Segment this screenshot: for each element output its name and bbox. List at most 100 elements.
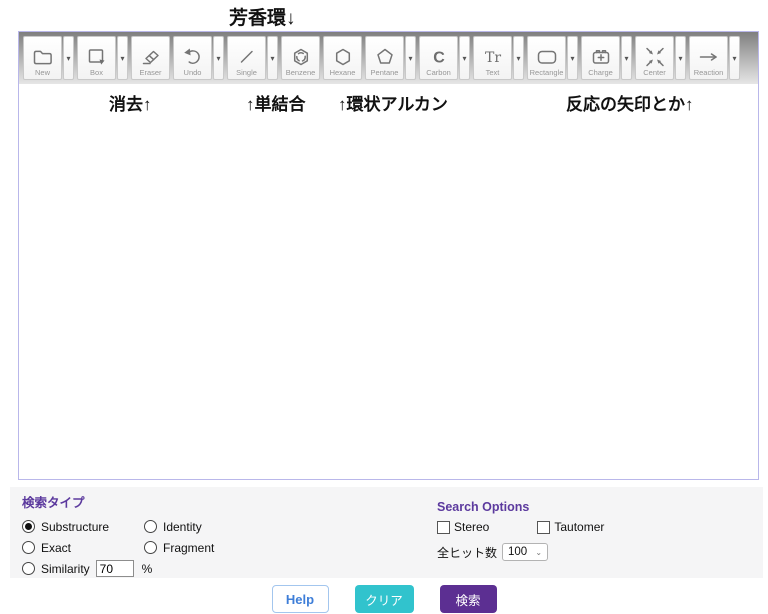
toolbar-group-undo: Undo ▾ — [173, 36, 224, 80]
radio-button-fragment[interactable] — [144, 541, 157, 554]
toolbar-group-text: Tr Text ▾ — [473, 36, 524, 80]
radio-button-similarity[interactable] — [22, 562, 35, 575]
toolbar-button-eraser[interactable]: Eraser — [131, 36, 170, 80]
undo-icon — [181, 46, 205, 68]
search-button[interactable]: 検索 — [439, 585, 497, 613]
toolbar-menu-arrow-pentane[interactable]: ▾ — [405, 36, 416, 80]
radio-option-identity[interactable]: Identity — [144, 520, 214, 534]
toolbar-button-label: Rectangle — [529, 68, 564, 77]
footer-button-bar: Help クリア 検索 — [0, 585, 768, 613]
similarity-percent-input[interactable] — [95, 560, 134, 577]
drawing-canvas[interactable]: 消去↑ ↑単結合 ↑環状アルカン 反応の矢印とか↑ — [19, 84, 758, 479]
similarity-percent-suffix: % — [141, 561, 153, 576]
toolbar-button-label: Single — [236, 68, 257, 77]
radio-label-substructure: Substructure — [41, 519, 110, 534]
toolbar-button-text[interactable]: Tr Text — [473, 36, 512, 80]
hexane-ring-icon — [331, 46, 355, 68]
toolbar-button-undo[interactable]: Undo — [173, 36, 212, 80]
toolbar-group-benzene: Benzene — [281, 36, 320, 80]
toolbar-button-single[interactable]: Single — [227, 36, 266, 80]
toolbar-button-center[interactable]: Center — [635, 36, 674, 80]
toolbar: New ▾ Box ▾ Eraser Undo ▾ Single ▾ Benzene Hexane P… — [19, 32, 758, 84]
toolbar-group-box: Box ▾ — [77, 36, 128, 80]
reaction-arrow-icon — [697, 46, 721, 68]
structure-search-page: 芳香環↓ New ▾ Box ▾ Eraser Undo ▾ Single ▾ Benzene He… — [0, 0, 768, 614]
toolbar-menu-arrow-charge[interactable]: ▾ — [621, 36, 632, 80]
toolbar-button-label: Box — [90, 68, 103, 77]
svg-text:C: C — [433, 50, 445, 67]
eraser-icon — [139, 46, 163, 68]
structure-editor: New ▾ Box ▾ Eraser Undo ▾ Single ▾ Benzene Hexane P… — [18, 31, 759, 480]
radio-button-substructure[interactable] — [22, 520, 35, 533]
toolbar-button-label: Pentane — [370, 68, 399, 77]
max-hits-row: 全ヒット数 100 ⌄ — [437, 543, 604, 561]
search-options-heading: Search Options — [437, 500, 530, 514]
toolbar-group-single: Single ▾ — [227, 36, 278, 80]
search-options-section: Search Options Stereo Tautomer 全ヒット数 100 … — [437, 500, 604, 561]
svg-text:Tr: Tr — [484, 50, 500, 66]
toolbar-button-label: Charge — [588, 68, 613, 77]
toolbar-button-benzene[interactable]: Benzene — [281, 36, 320, 80]
checkbox-tautomer[interactable] — [537, 520, 551, 534]
toolbar-group-carbon: C Carbon ▾ — [419, 36, 470, 80]
radio-option-substructure[interactable]: Substructure — [22, 520, 144, 534]
max-hits-value: 100 — [508, 546, 528, 558]
toolbar-menu-arrow-text[interactable]: ▾ — [513, 36, 524, 80]
toolbar-menu-arrow-undo[interactable]: ▾ — [213, 36, 224, 80]
toolbar-menu-arrow-new[interactable]: ▾ — [63, 36, 74, 80]
toolbar-menu-arrow-box[interactable]: ▾ — [117, 36, 128, 80]
toolbar-group-center: Center ▾ — [635, 36, 686, 80]
pentane-ring-icon — [373, 46, 397, 68]
chevron-down-icon: ⌄ — [535, 547, 543, 557]
checkbox-label-tautomer: Tautomer — [554, 520, 605, 534]
toolbar-group-eraser: Eraser — [131, 36, 170, 80]
text-icon: Tr — [481, 46, 505, 68]
checkbox-stereo[interactable] — [437, 520, 450, 534]
toolbar-button-carbon[interactable]: C Carbon — [419, 36, 458, 80]
benzene-ring-icon — [289, 46, 313, 68]
toolbar-button-hexane[interactable]: Hexane — [323, 36, 362, 80]
annotation-aromatic-ring: 芳香環↓ — [229, 8, 296, 29]
max-hits-select[interactable]: 100 ⌄ — [502, 543, 549, 561]
radio-label-fragment: Fragment — [163, 540, 215, 555]
radio-button-identity[interactable] — [144, 520, 157, 533]
toolbar-button-box[interactable]: Box — [77, 36, 116, 80]
radio-option-similarity[interactable]: Similarity% — [22, 560, 152, 577]
radio-option-exact[interactable]: Exact — [22, 541, 144, 555]
center-arrows-icon — [643, 46, 667, 68]
toolbar-group-pentane: Pentane ▾ — [365, 36, 416, 80]
toolbar-button-label: Benzene — [285, 68, 316, 77]
toolbar-button-label: Center — [643, 68, 666, 77]
toolbar-group-rectangle: Rectangle ▾ — [527, 36, 578, 80]
toolbar-button-label: New — [34, 68, 50, 77]
single-bond-icon — [235, 46, 259, 68]
toolbar-button-label: Undo — [183, 68, 202, 77]
radio-label-exact: Exact — [41, 540, 72, 555]
radio-option-fragment[interactable]: Fragment — [144, 541, 214, 555]
annotation-eraser: 消去↑ — [109, 95, 152, 114]
toolbar-button-reaction[interactable]: Reaction — [689, 36, 728, 80]
toolbar-group-hexane: Hexane — [323, 36, 362, 80]
toolbar-button-label: Reaction — [693, 68, 724, 77]
toolbar-menu-arrow-rectangle[interactable]: ▾ — [567, 36, 578, 80]
toolbar-button-new[interactable]: New — [23, 36, 62, 80]
annotation-single-bond: ↑単結合 — [246, 95, 306, 114]
checkbox-label-stereo: Stereo — [454, 520, 490, 534]
toolbar-menu-arrow-single[interactable]: ▾ — [267, 36, 278, 80]
charge-icon — [589, 46, 613, 68]
radio-dot — [25, 523, 32, 530]
clear-button[interactable]: クリア — [354, 585, 414, 613]
toolbar-button-rectangle[interactable]: Rectangle — [527, 36, 566, 80]
help-button[interactable]: Help — [271, 585, 329, 613]
toolbar-button-pentane[interactable]: Pentane — [365, 36, 404, 80]
toolbar-button-charge[interactable]: Charge — [581, 36, 620, 80]
toolbar-button-label: Carbon — [426, 68, 451, 77]
toolbar-menu-arrow-reaction[interactable]: ▾ — [729, 36, 740, 80]
new-document-icon — [31, 46, 55, 68]
toolbar-menu-arrow-carbon[interactable]: ▾ — [459, 36, 470, 80]
radio-label-similarity: Similarity — [41, 561, 90, 576]
radio-button-exact[interactable] — [22, 541, 35, 554]
search-type-radio-group: Substructure Identity Exact Fragment Similar… — [22, 516, 214, 579]
box-select-icon — [85, 46, 109, 68]
toolbar-menu-arrow-center[interactable]: ▾ — [675, 36, 686, 80]
